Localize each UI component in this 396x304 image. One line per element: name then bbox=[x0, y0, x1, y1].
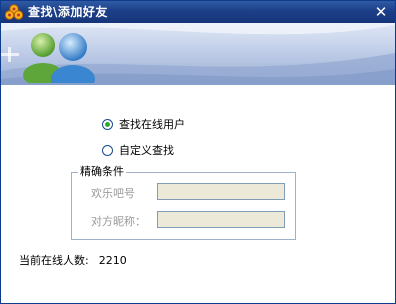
id-label: 欢乐吧号 bbox=[91, 187, 135, 200]
find-add-friend-dialog: 查找\添加好友 ✕ 查找在线用户 自定义查找 精确条件 欢乐吧号 对方昵称： 当… bbox=[0, 0, 396, 304]
id-input[interactable] bbox=[157, 183, 285, 200]
radio-selected-dot bbox=[105, 121, 110, 127]
nickname-input[interactable] bbox=[157, 211, 285, 228]
close-button[interactable]: ✕ bbox=[373, 3, 389, 21]
radio-custom-search[interactable]: 自定义查找 bbox=[102, 142, 174, 158]
exact-criteria-group: 精确条件 欢乐吧号 对方昵称： bbox=[71, 165, 296, 240]
radio-button-unchecked[interactable] bbox=[102, 144, 113, 156]
users-icon bbox=[23, 33, 95, 83]
group-legend: 精确条件 bbox=[78, 165, 126, 179]
window-title: 查找\添加好友 bbox=[28, 5, 108, 19]
radio-online-users[interactable]: 查找在线用户 bbox=[102, 116, 185, 132]
header-banner bbox=[1, 23, 395, 85]
radio-button-checked[interactable] bbox=[102, 118, 113, 130]
radio-online-label: 查找在线用户 bbox=[119, 118, 185, 131]
radio-custom-label: 自定义查找 bbox=[119, 144, 174, 157]
online-count-label: 当前在线人数: bbox=[19, 254, 89, 267]
online-count-status: 当前在线人数: 2210 bbox=[19, 252, 127, 268]
online-count-value: 2210 bbox=[98, 254, 127, 267]
app-logo-icon bbox=[5, 4, 23, 20]
title-bar[interactable]: 查找\添加好友 ✕ bbox=[1, 1, 395, 23]
dialog-body: 查找在线用户 自定义查找 精确条件 欢乐吧号 对方昵称： 当前在线人数: 2210 bbox=[1, 85, 395, 303]
nickname-label: 对方昵称： bbox=[91, 215, 146, 228]
